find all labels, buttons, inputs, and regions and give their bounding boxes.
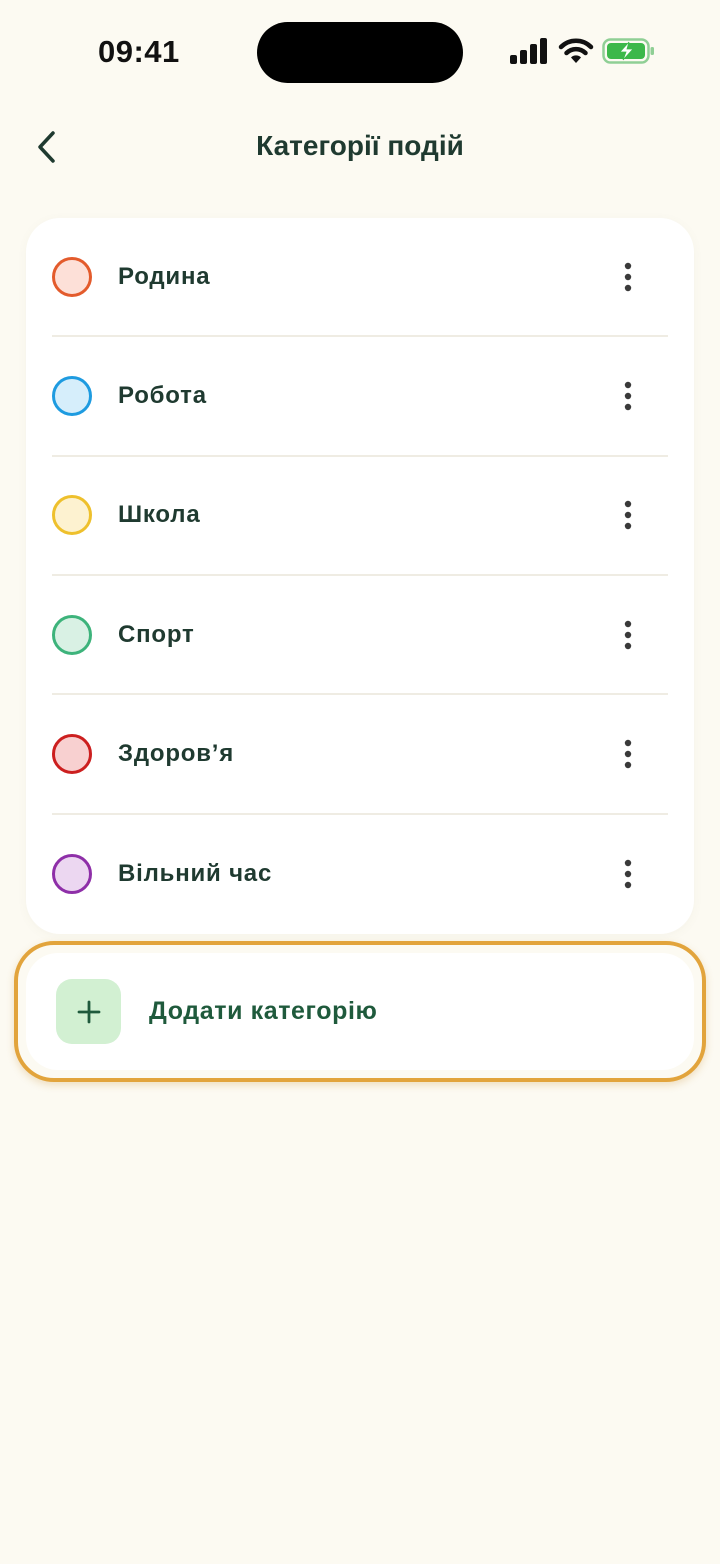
more-options-button[interactable]	[608, 607, 648, 663]
category-label: Родина	[118, 262, 211, 290]
more-vertical-icon	[624, 739, 632, 769]
more-options-button[interactable]	[608, 487, 648, 543]
category-row[interactable]: Вільний час	[52, 815, 668, 934]
add-category-button[interactable]: Додати категорію	[14, 941, 706, 1082]
category-list: Родина Робота Школа Спорт Здоров’я Вільн…	[26, 218, 694, 934]
add-category-label: Додати категорію	[149, 997, 378, 1025]
page-title: Категорії подій	[256, 130, 464, 161]
category-row[interactable]: Робота	[52, 337, 668, 457]
cellular-signal-icon	[510, 38, 547, 64]
more-vertical-icon	[624, 501, 632, 530]
more-vertical-icon	[624, 381, 632, 411]
status-bar: 09:41	[0, 0, 720, 100]
plus-tile	[56, 979, 121, 1044]
more-vertical-icon	[624, 620, 632, 649]
header: Категорії подій	[0, 110, 720, 186]
more-options-button[interactable]	[608, 368, 648, 424]
category-color-icon	[52, 854, 92, 895]
battery-charging-icon	[602, 38, 654, 64]
dynamic-island	[257, 22, 463, 83]
more-vertical-icon	[624, 262, 632, 291]
category-label: Вільний час	[118, 860, 273, 888]
category-color-icon	[52, 495, 92, 536]
add-category-button-body: Додати категорію	[26, 953, 694, 1070]
category-label: Спорт	[118, 620, 195, 648]
more-vertical-icon	[624, 860, 632, 889]
category-row[interactable]: Родина	[52, 218, 668, 338]
category-label: Здоров’я	[118, 739, 235, 767]
plus-icon	[77, 1000, 100, 1023]
status-time: 09:41	[98, 34, 180, 69]
more-options-button[interactable]	[608, 846, 648, 902]
category-color-icon	[52, 375, 92, 416]
more-options-button[interactable]	[608, 249, 648, 305]
category-row[interactable]: Школа	[52, 457, 668, 576]
more-options-button[interactable]	[608, 726, 648, 782]
category-row[interactable]: Спорт	[52, 576, 668, 696]
category-label: Робота	[118, 381, 207, 409]
wifi-icon	[558, 38, 594, 63]
category-row[interactable]: Здоров’я	[52, 695, 668, 815]
category-label: Школа	[118, 501, 201, 529]
category-color-icon	[52, 256, 92, 297]
category-color-icon	[52, 733, 92, 774]
category-color-icon	[52, 614, 92, 655]
screen: 09:41 Категорії подій Родина Робота Школ…	[0, 0, 720, 1564]
